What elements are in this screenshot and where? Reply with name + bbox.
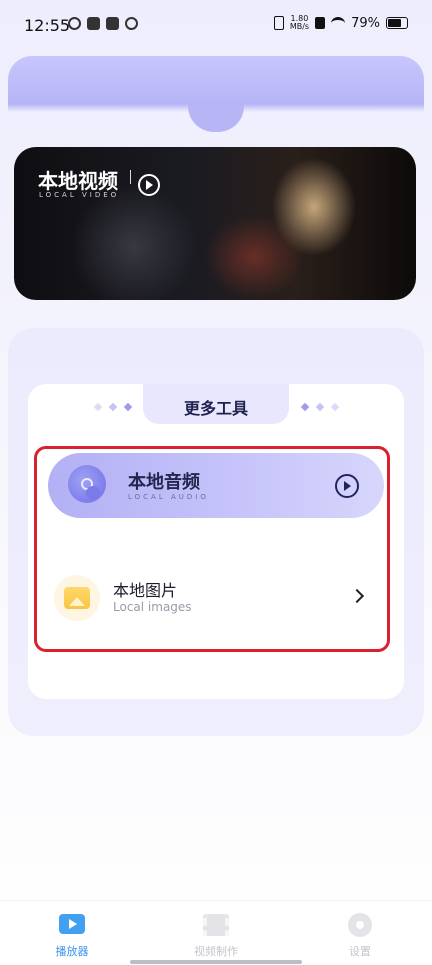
local-video-title: 本地视频 [38,169,118,193]
top-banner [8,56,424,104]
no-sim-icon [315,17,326,29]
home-indicator [130,960,302,964]
battery-icon [386,17,408,29]
app-notification-icon [125,17,138,30]
status-time: 12:55 [24,16,71,35]
mail-app-icon [106,17,119,30]
play-circle-icon [138,174,160,196]
app-notification-icon [68,17,81,30]
wifi-icon [331,16,346,30]
tv-play-icon [59,914,85,934]
gear-icon [348,913,372,937]
local-video-card[interactable]: 本地视频 LOCAL VIDEO [14,147,416,300]
tools-title: 更多工具 [183,399,248,418]
notification-icons [68,17,138,30]
status-right: 1.80 MB/s 79% [273,15,408,31]
top-banner-notch [188,100,244,132]
tiktok-icon [87,17,100,30]
vibrate-icon [273,16,284,30]
battery-percent: 79% [351,15,380,31]
local-video-subtitle: LOCAL VIDEO [39,191,120,199]
highlight-box-tools [34,446,390,652]
net-speed-unit: MB/s [289,22,310,31]
title-divider [130,170,131,184]
status-bar: 12:55 1.80 MB/s 79% [0,0,432,52]
film-icon [203,914,229,936]
net-speed: 1.80 MB/s [290,15,309,31]
